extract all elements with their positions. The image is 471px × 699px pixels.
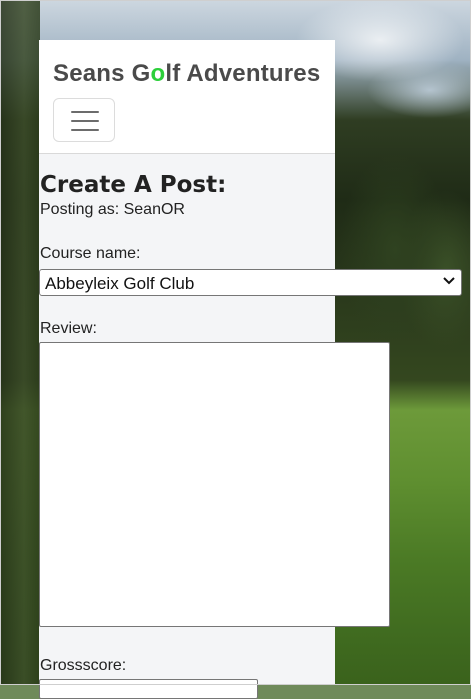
- background-trees-left: [0, 0, 40, 685]
- brand-logo-link[interactable]: Seans Golf Adventures: [53, 60, 320, 88]
- navbar-toggle-button[interactable]: [53, 98, 115, 142]
- grossscore-input[interactable]: [39, 679, 258, 699]
- course-name-label: Course name:: [40, 245, 141, 262]
- brand-text-start: Seans G: [53, 60, 151, 87]
- hamburger-menu-icon: [71, 111, 99, 113]
- navbar: Seans Golf Adventures: [39, 40, 335, 154]
- review-label: Review:: [40, 320, 97, 337]
- course-name-selected-value: Abbeyleix Golf Club: [45, 274, 195, 293]
- brand-text-end: lf Adventures: [165, 60, 321, 87]
- brand-text-accent: o: [150, 60, 166, 87]
- review-textarea[interactable]: [39, 342, 390, 627]
- grossscore-label: Grossscore:: [40, 657, 127, 674]
- posting-as-text: Posting as: SeanOR: [40, 201, 185, 218]
- course-name-select[interactable]: Abbeyleix Golf Club: [39, 269, 462, 296]
- hamburger-menu-icon: [71, 129, 99, 131]
- hamburger-menu-icon: [71, 120, 99, 122]
- chevron-down-icon: [443, 277, 455, 285]
- page-title: Create A Post:: [40, 172, 227, 199]
